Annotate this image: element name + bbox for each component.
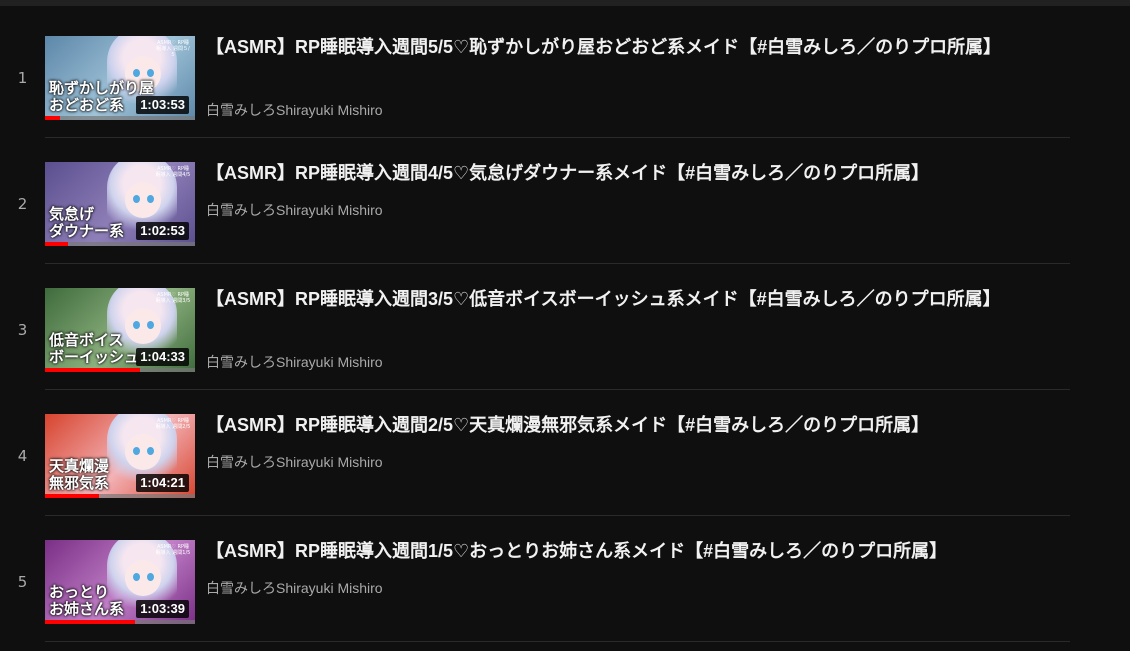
thumbnail-caption: ASMR♡ RP睡眠導入 週間1/5 <box>155 544 191 556</box>
thumbnail-character-eye <box>133 447 140 455</box>
channel-name[interactable]: 白雪みしろShirayuki Mishiro <box>206 353 383 371</box>
thumbnail-caption: ASMR♡ RP睡眠導入 週間2/5 <box>155 418 191 430</box>
thumbnail-character-face <box>125 434 161 470</box>
item-index: 1 <box>17 69 28 87</box>
thumbnail-character-eye <box>147 69 154 77</box>
watch-progress-bar <box>45 368 195 372</box>
watch-progress-fill <box>45 242 68 246</box>
video-thumbnail[interactable]: ASMR♡ RP睡眠導入 週間4/5 気怠げ ダウナー系 1:02:53 <box>45 162 195 246</box>
duration-badge: 1:02:53 <box>136 222 189 240</box>
video-title[interactable]: 【ASMR】RP睡眠導入週間4/5♡気怠げダウナー系メイド【#白雪みしろ／のりプ… <box>206 159 1056 187</box>
video-thumbnail[interactable]: ASMR♡ RP睡眠導入 週間2/5 天真爛漫 無邪気系 1:04:21 <box>45 414 195 498</box>
playlist-item[interactable]: 5 ASMR♡ RP睡眠導入 週間1/5 おっとり お姉さん系 1:03:39 … <box>0 516 1075 642</box>
channel-name[interactable]: 白雪みしろShirayuki Mishiro <box>206 101 383 119</box>
watch-progress-bar <box>45 242 195 246</box>
thumbnail-caption: ASMR♡ RP睡眠導入 週間4/5 <box>155 166 191 178</box>
duration-badge: 1:03:53 <box>136 96 189 114</box>
video-title[interactable]: 【ASMR】RP睡眠導入週間5/5♡恥ずかしがり屋おどおど系メイド【#白雪みしろ… <box>206 33 1056 61</box>
thumbnail-character-eye <box>133 69 140 77</box>
video-title[interactable]: 【ASMR】RP睡眠導入週間2/5♡天真爛漫無邪気系メイド【#白雪みしろ／のりプ… <box>206 411 1056 439</box>
thumbnail-character-eye <box>147 447 154 455</box>
thumbnail-character-face <box>125 182 161 218</box>
watch-progress-bar <box>45 116 195 120</box>
thumbnail-character-eye <box>147 195 154 203</box>
thumbnail-character-eye <box>133 195 140 203</box>
watch-progress-bar <box>45 620 195 624</box>
thumbnail-overlay-text: おっとり お姉さん系 <box>49 583 125 618</box>
row-divider <box>45 641 1070 642</box>
duration-badge: 1:04:21 <box>136 474 189 492</box>
playlist-item[interactable]: 3 ASMR♡ RP睡眠導入 週間3/5 低音ボイス ボーイッシュ 1:04:3… <box>0 264 1075 390</box>
video-title[interactable]: 【ASMR】RP睡眠導入週間1/5♡おっとりお姉さん系メイド【#白雪みしろ／のり… <box>206 537 1056 565</box>
watch-progress-fill <box>45 116 60 120</box>
playlist-item[interactable]: 2 ASMR♡ RP睡眠導入 週間4/5 気怠げ ダウナー系 1:02:53 【… <box>0 138 1075 264</box>
thumbnail-character-eye <box>133 321 140 329</box>
watch-progress-fill <box>45 368 140 372</box>
item-index: 5 <box>17 573 28 591</box>
video-title[interactable]: 【ASMR】RP睡眠導入週間3/5♡低音ボイスボーイッシュ系メイド【#白雪みしろ… <box>206 285 1056 313</box>
item-index: 3 <box>17 321 28 339</box>
playlist: 1 ASMR♡ RP睡眠導入 週間５/５ 恥ずかしがり屋 おどおど系 1:03:… <box>0 12 1075 642</box>
video-thumbnail[interactable]: ASMR♡ RP睡眠導入 週間3/5 低音ボイス ボーイッシュ 1:04:33 <box>45 288 195 372</box>
playlist-item[interactable]: 1 ASMR♡ RP睡眠導入 週間５/５ 恥ずかしがり屋 おどおど系 1:03:… <box>0 12 1075 138</box>
channel-name[interactable]: 白雪みしろShirayuki Mishiro <box>206 453 383 471</box>
video-thumbnail[interactable]: ASMR♡ RP睡眠導入 週間1/5 おっとり お姉さん系 1:03:39 <box>45 540 195 624</box>
thumbnail-caption: ASMR♡ RP睡眠導入 週間５/５ <box>156 40 190 58</box>
top-bar <box>0 0 1130 6</box>
item-index: 2 <box>17 195 28 213</box>
playlist-item[interactable]: 4 ASMR♡ RP睡眠導入 週間2/5 天真爛漫 無邪気系 1:04:21 【… <box>0 390 1075 516</box>
thumbnail-overlay-text: 低音ボイス ボーイッシュ <box>49 331 140 366</box>
watch-progress-fill <box>45 494 99 498</box>
channel-name[interactable]: 白雪みしろShirayuki Mishiro <box>206 201 383 219</box>
channel-name[interactable]: 白雪みしろShirayuki Mishiro <box>206 579 383 597</box>
thumbnail-character-face <box>125 560 161 596</box>
thumbnail-caption: ASMR♡ RP睡眠導入 週間3/5 <box>155 292 191 304</box>
thumbnail-character-eye <box>147 573 154 581</box>
thumbnail-character-eye <box>147 321 154 329</box>
thumbnail-overlay-text: 気怠げ ダウナー系 <box>49 205 125 240</box>
watch-progress-bar <box>45 494 195 498</box>
video-thumbnail[interactable]: ASMR♡ RP睡眠導入 週間５/５ 恥ずかしがり屋 おどおど系 1:03:53 <box>45 36 195 120</box>
duration-badge: 1:03:39 <box>136 600 189 618</box>
thumbnail-character-eye <box>133 573 140 581</box>
item-index: 4 <box>17 447 28 465</box>
watch-progress-fill <box>45 620 135 624</box>
duration-badge: 1:04:33 <box>136 348 189 366</box>
thumbnail-overlay-text: 天真爛漫 無邪気系 <box>49 457 110 492</box>
